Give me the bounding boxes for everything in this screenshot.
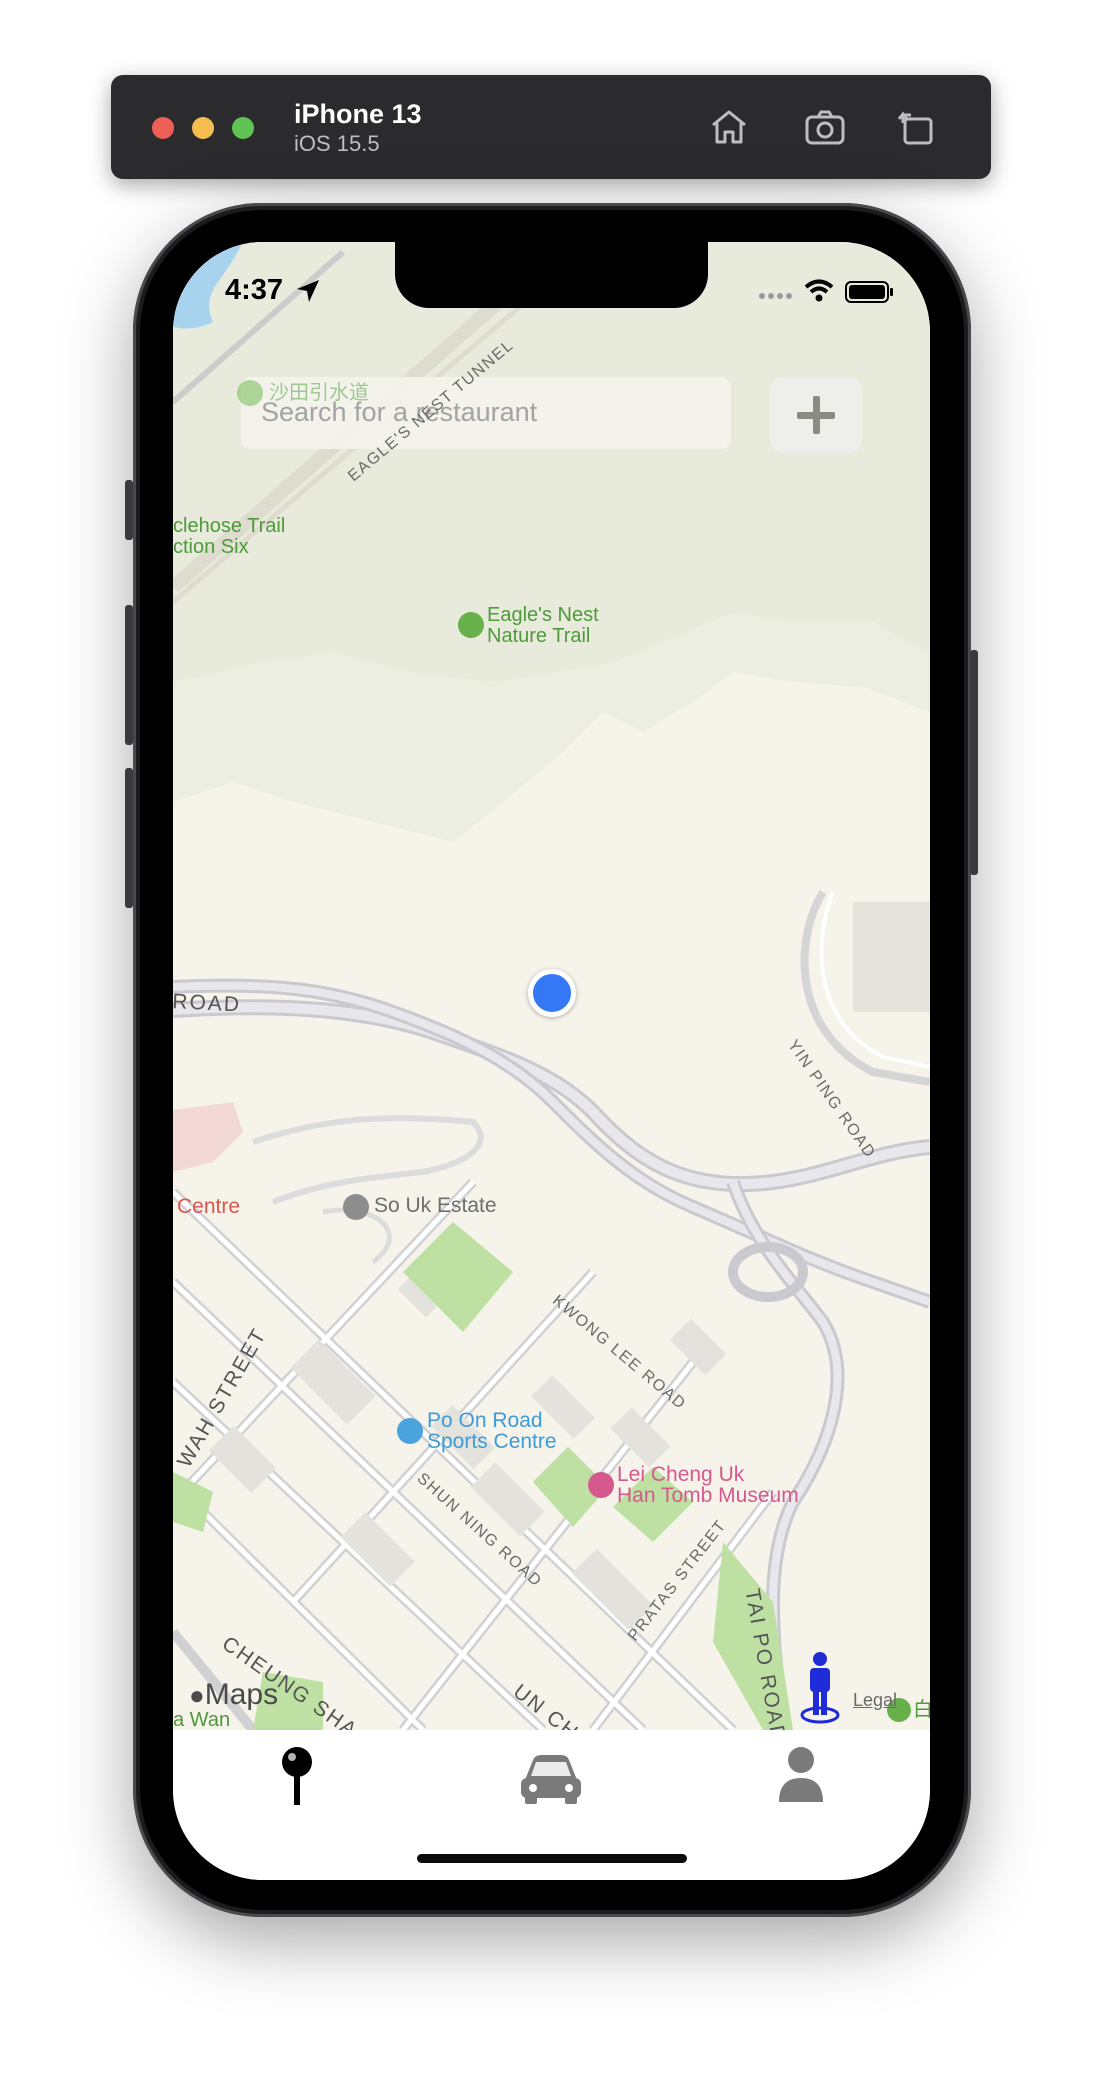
map-label-lei-cheng-2[interactable]: Han Tomb Museum xyxy=(617,1485,799,1506)
user-location-dot[interactable] xyxy=(528,969,576,1017)
map-pin-icon[interactable] xyxy=(257,1740,337,1810)
simulator-title-bar: iPhone 13 iOS 15.5 xyxy=(111,75,991,179)
simulator-device-name: iPhone 13 xyxy=(294,99,422,129)
screenshot-icon[interactable] xyxy=(801,103,849,151)
map-label-so-uk-estate[interactable]: So Uk Estate xyxy=(374,1195,497,1216)
phone-screen: 4:37 Search for a restaurant 沙田引水道 cleho… xyxy=(173,242,930,1880)
person-icon[interactable] xyxy=(761,1740,841,1810)
map-label-centre[interactable]: Centre xyxy=(177,1196,240,1217)
map-label-maclehose-1: clehose Trail xyxy=(173,515,286,537)
map-label-chinese-trail: 沙田引水道 xyxy=(269,382,369,404)
wifi-icon xyxy=(804,279,834,302)
volume-down-button xyxy=(125,768,133,908)
home-indicator[interactable] xyxy=(417,1854,687,1863)
home-icon[interactable] xyxy=(705,103,753,151)
status-icons xyxy=(759,279,893,303)
simulator-os-version: iOS 15.5 xyxy=(294,131,380,156)
apple-logo-icon: ● xyxy=(189,1680,205,1710)
window-close-button[interactable] xyxy=(152,117,174,139)
map-label-maclehose-2: ction Six xyxy=(173,536,249,558)
power-button xyxy=(970,650,978,875)
status-time: 4:37 xyxy=(225,274,284,306)
rotate-icon[interactable] xyxy=(893,103,941,151)
map-label-po-on-1[interactable]: Po On Road xyxy=(427,1410,543,1431)
volume-up-button xyxy=(125,605,133,745)
car-icon[interactable] xyxy=(511,1740,591,1810)
trail-icon xyxy=(237,380,263,406)
window-minimize-button[interactable] xyxy=(192,117,214,139)
street-road-left: ROAD xyxy=(173,990,242,1017)
sports-icon[interactable] xyxy=(397,1418,423,1444)
notch xyxy=(395,242,708,308)
map-label-wan: a Wan xyxy=(173,1709,231,1731)
housing-estate-icon[interactable] xyxy=(343,1194,369,1220)
street-view-person-icon[interactable] xyxy=(790,1637,850,1727)
battery-icon xyxy=(845,281,893,303)
map-label-lei-cheng-1[interactable]: Lei Cheng Uk xyxy=(617,1464,744,1485)
location-arrow-icon xyxy=(297,280,319,302)
map-label-eagles-nest-2[interactable]: Nature Trail xyxy=(487,626,590,647)
map-label-eagles-nest-1[interactable]: Eagle's Nest xyxy=(487,605,599,626)
hiking-icon[interactable] xyxy=(458,612,484,638)
museum-icon[interactable] xyxy=(588,1472,614,1498)
legal-link[interactable]: Legal xyxy=(853,1690,897,1711)
map-label-bottom-right: 白 xyxy=(913,1699,930,1721)
window-zoom-button[interactable] xyxy=(232,117,254,139)
add-restaurant-button[interactable] xyxy=(770,377,862,453)
cellular-signal-icon xyxy=(759,293,792,299)
apple-maps-logo: ●Maps xyxy=(189,1678,279,1711)
mute-switch xyxy=(125,480,133,540)
map-label-po-on-2[interactable]: Sports Centre xyxy=(427,1431,557,1452)
